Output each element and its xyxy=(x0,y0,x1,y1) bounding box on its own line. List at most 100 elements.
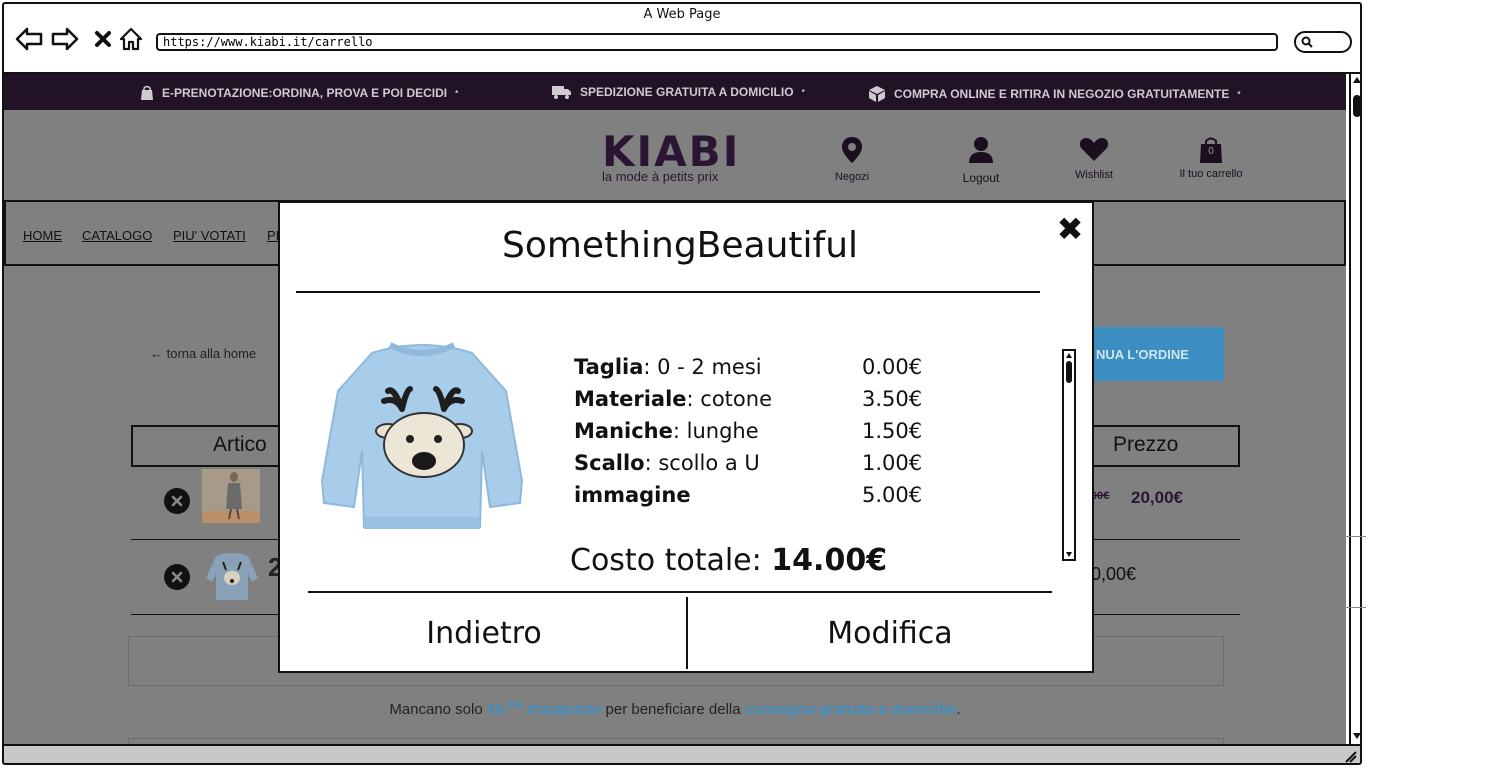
kiabi-logo[interactable]: KIABI la mode à petits prix xyxy=(602,127,741,184)
option-price: 1.00€ xyxy=(862,451,923,475)
option-name: Scallo xyxy=(574,451,645,475)
free-shipping-end: . xyxy=(956,701,961,718)
forward-arrow-icon[interactable] xyxy=(50,24,80,54)
window-title: A Web Page xyxy=(643,7,721,22)
title-divider xyxy=(296,291,1040,293)
scrollbar-thumb[interactable] xyxy=(1353,95,1360,117)
option-price: 3.50€ xyxy=(862,387,923,411)
option-neckline: Scallo: scollo a U xyxy=(574,451,760,475)
scroll-down-icon[interactable] xyxy=(1065,551,1073,558)
remove-item-icon[interactable] xyxy=(164,564,190,590)
option-value: : cotone xyxy=(686,387,772,411)
logo-wordmark: KIABI xyxy=(602,127,741,176)
scroll-up-icon[interactable] xyxy=(1065,352,1073,359)
option-name: immagine xyxy=(574,483,691,507)
option-name: Maniche xyxy=(574,419,673,443)
item-price: 20,00€ xyxy=(1131,488,1183,507)
option-value: : lunghe xyxy=(672,419,759,443)
status-bar xyxy=(4,744,1360,764)
remove-item-icon[interactable] xyxy=(164,488,190,514)
box-icon xyxy=(869,86,885,102)
map-pin-icon xyxy=(842,137,862,163)
free-shipping-middle: per beneficiare della xyxy=(601,701,745,718)
option-price: 1.50€ xyxy=(862,419,923,443)
article-column-header: Artico xyxy=(213,433,267,456)
stores-label: Negozi xyxy=(834,171,870,183)
promo-item-pickup: COMPRA ONLINE E RITIRA IN NEGOZIO GRATUI… xyxy=(868,85,1240,103)
home-icon[interactable] xyxy=(116,24,146,54)
button-divider xyxy=(686,597,688,669)
back-arrow-icon[interactable] xyxy=(14,24,44,54)
product-image xyxy=(310,331,534,553)
promo-footnote: * xyxy=(1237,89,1241,99)
cart-link[interactable]: 0 Il tuo carrello xyxy=(1156,136,1266,180)
logout-label: Logout xyxy=(962,171,1000,185)
option-name: Taglia xyxy=(574,355,644,379)
total-cost: Costo totale: 14.00€ xyxy=(570,543,887,578)
scroll-up-icon[interactable] xyxy=(1352,76,1362,84)
back-button[interactable]: Indietro xyxy=(282,595,686,671)
resize-grip-icon[interactable] xyxy=(1344,750,1358,764)
promo-item-reservation: E-PRENOTAZIONE:ORDINA, PROVA E POI DECID… xyxy=(140,85,458,101)
promo-footnote: * xyxy=(801,87,805,97)
product-config-modal: SomethingBeautiful ✖ Taglia: 0 - 2 mesi … xyxy=(278,201,1094,673)
option-name: Materiale xyxy=(574,387,687,411)
remaining-amount: 10, xyxy=(486,701,508,718)
continue-order-button[interactable]: NUA L'ORDINE xyxy=(1078,327,1224,381)
edit-button[interactable]: Modifica xyxy=(690,595,1090,671)
close-icon[interactable]: ✖ xyxy=(1052,210,1088,248)
option-sleeves: Maniche: lunghe xyxy=(574,419,759,443)
product-thumbnail xyxy=(202,548,262,604)
menu-item-top-rated[interactable]: PIU' VOTATI xyxy=(173,228,246,243)
option-material: Materiale: cotone xyxy=(574,387,772,411)
free-shipping-link[interactable]: consegna gratuita a domicilio xyxy=(745,701,957,718)
stop-icon[interactable] xyxy=(88,24,118,54)
promo-item-shipping: SPEDIZIONE GRATUITA A DOMICILIO * xyxy=(552,85,805,99)
price-column-header: Prezzo xyxy=(1113,433,1179,456)
modal-scroll-thumb[interactable] xyxy=(1066,361,1072,383)
cart-row xyxy=(164,564,190,590)
truck-icon xyxy=(552,86,571,99)
option-price: 0.00€ xyxy=(862,355,923,379)
modal-title: SomethingBeautiful xyxy=(501,225,859,266)
item-price: 0,00€ xyxy=(1091,564,1137,584)
remaining-amount-suffix: d'acquisto xyxy=(522,701,602,718)
scroll-down-icon[interactable] xyxy=(1352,732,1362,740)
option-size: Taglia: 0 - 2 mesi xyxy=(574,355,762,379)
total-label: Costo totale: xyxy=(570,543,772,578)
wishlist-link[interactable]: Wishlist xyxy=(1039,136,1149,181)
title-bar: A Web Page https://www.kiabi.it/carrello xyxy=(4,4,1360,74)
menu-item-home[interactable]: HOME xyxy=(23,228,62,243)
option-image: immagine xyxy=(574,483,691,507)
url-input[interactable]: https://www.kiabi.it/carrello xyxy=(156,33,1278,51)
promo-footnote: * xyxy=(455,88,459,98)
menu-item-catalog[interactable]: CATALOGO xyxy=(82,228,152,243)
total-value: 14.00€ xyxy=(771,543,888,578)
promo-label: E-PRENOTAZIONE:ORDINA, PROVA E POI DECID… xyxy=(162,86,448,100)
logout-link[interactable]: Logout xyxy=(926,136,1036,185)
cart-label: Il tuo carrello xyxy=(1179,168,1243,180)
option-price: 5.00€ xyxy=(862,483,923,507)
promo-label: COMPRA ONLINE E RITIRA IN NEGOZIO GRATUI… xyxy=(894,87,1230,101)
free-shipping-prefix: Mancano solo xyxy=(389,701,487,718)
cart-bag-icon: 0 xyxy=(1199,136,1223,164)
search-icon xyxy=(1301,36,1313,48)
edge-artifact xyxy=(1344,536,1366,608)
stores-link[interactable]: Negozi xyxy=(797,136,907,183)
cart-count: 0 xyxy=(1208,146,1214,157)
promo-bar: E-PRENOTAZIONE:ORDINA, PROVA E POI DECID… xyxy=(4,74,1346,110)
cart-row xyxy=(164,488,190,514)
wishlist-label: Wishlist xyxy=(1075,169,1113,181)
browser-search-field[interactable] xyxy=(1294,31,1352,53)
user-icon xyxy=(969,137,993,163)
vertical-scrollbar[interactable] xyxy=(1349,74,1362,744)
promo-label: SPEDIZIONE GRATUITA A DOMICILIO xyxy=(580,85,794,99)
heart-icon xyxy=(1079,138,1109,161)
remaining-amount-cents: 00€ xyxy=(507,700,523,710)
back-to-home-link[interactable]: ← torna alla home xyxy=(150,346,256,361)
option-value: : scollo a U xyxy=(644,451,760,475)
bag-icon xyxy=(141,85,153,100)
browser-window: A Web Page https://www.kiabi.it/carrello… xyxy=(2,2,1362,765)
product-thumbnail xyxy=(202,469,260,523)
option-value: : 0 - 2 mesi xyxy=(643,355,762,379)
